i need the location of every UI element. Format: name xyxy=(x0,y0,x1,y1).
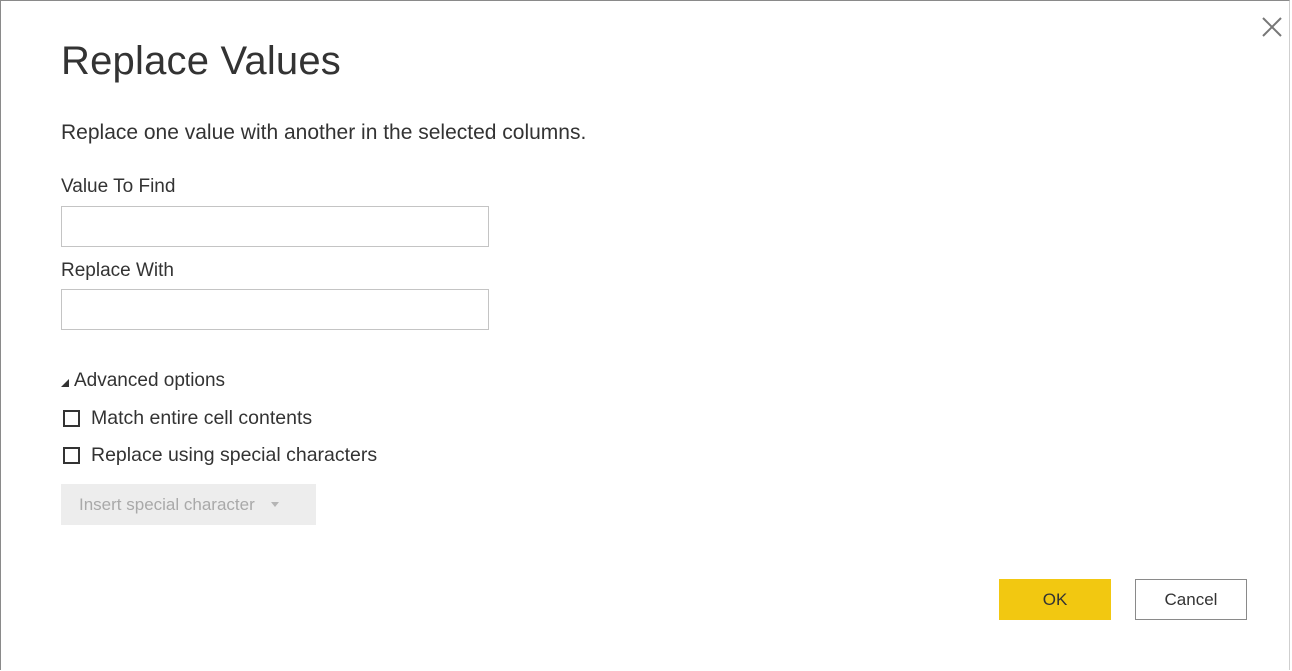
dialog-description: Replace one value with another in the se… xyxy=(61,121,587,144)
replace-values-dialog: Replace Values Replace one value with an… xyxy=(0,0,1290,670)
ok-button[interactable]: OK xyxy=(999,579,1111,620)
value-to-find-label: Value To Find xyxy=(61,176,176,197)
replace-special-chars-option[interactable]: Replace using special characters xyxy=(61,444,377,467)
value-to-find-input[interactable] xyxy=(61,206,489,247)
replace-special-chars-checkbox[interactable] xyxy=(63,447,80,464)
replace-special-chars-label: Replace using special characters xyxy=(91,444,378,466)
replace-with-label: Replace With xyxy=(61,260,174,281)
insert-special-character-label: Insert special character xyxy=(79,494,255,514)
match-entire-cell-checkbox[interactable] xyxy=(63,410,80,427)
advanced-options-label: Advanced options xyxy=(74,370,226,391)
match-entire-cell-label: Match entire cell contents xyxy=(91,407,313,429)
replace-with-input[interactable] xyxy=(61,289,489,330)
triangle-expanded-icon xyxy=(61,378,69,387)
advanced-options-toggle[interactable]: Advanced options xyxy=(61,370,225,392)
dialog-title: Replace Values xyxy=(61,39,342,83)
match-entire-cell-option[interactable]: Match entire cell contents xyxy=(61,407,312,430)
chevron-down-icon xyxy=(270,502,279,507)
cancel-button[interactable]: Cancel xyxy=(1135,579,1247,620)
insert-special-character-dropdown: Insert special character xyxy=(61,484,316,525)
close-icon[interactable] xyxy=(1260,15,1284,39)
